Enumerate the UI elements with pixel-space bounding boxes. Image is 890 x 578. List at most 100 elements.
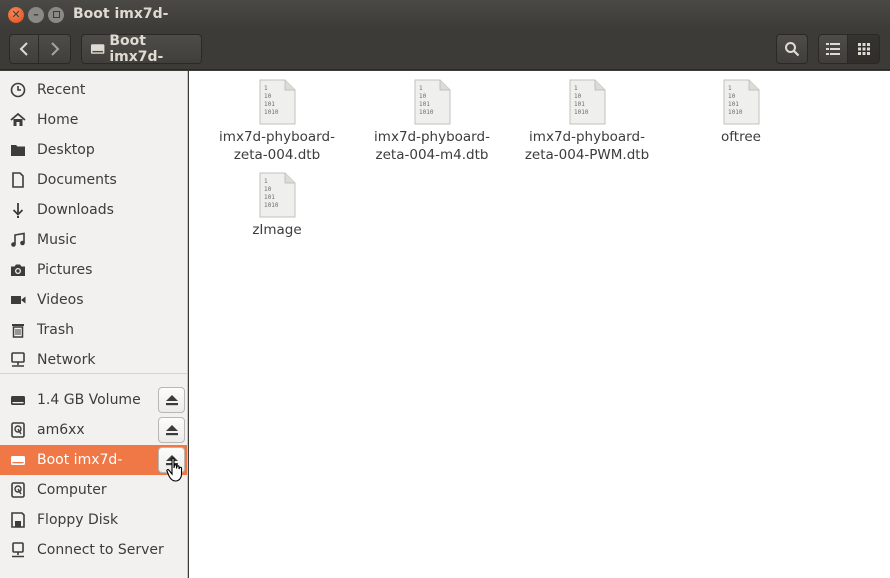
sidebar-item-label: Downloads: [37, 202, 114, 218]
sidebar-item-label: am6xx: [37, 422, 85, 438]
file-item[interactable]: 1 10 101 1010 imx7d-phyboard-zeta-004-m4…: [357, 79, 507, 164]
file-icon-text: 10: [419, 93, 427, 100]
file-icon-text: 1010: [728, 109, 743, 116]
file-name: imx7d-phyboard-zeta-004-PWM.dtb: [524, 129, 650, 163]
home-icon: [9, 111, 27, 129]
file-icon-text: 10: [264, 186, 272, 193]
sidebar-item-network[interactable]: Network: [0, 345, 187, 375]
file-icon-text: 10: [728, 93, 736, 100]
chevron-right-icon: [50, 42, 59, 56]
sidebar-item-recent[interactable]: Recent: [0, 75, 187, 105]
file-icon-text: 1010: [264, 202, 279, 209]
eject-button-1-4-gb-volume[interactable]: [158, 387, 185, 413]
sidebar-item-label: Documents: [37, 172, 117, 188]
drive-icon: [9, 391, 27, 409]
sidebar-item-label: Connect to Server: [37, 542, 164, 558]
desktop-folder-icon: [9, 141, 27, 159]
file-icon-text: 101: [728, 101, 739, 108]
sidebar-item-connect-to-server[interactable]: Connect to Server: [0, 535, 187, 565]
video-icon: [9, 291, 27, 309]
file-item[interactable]: 1 10 101 1010 zImage: [202, 172, 352, 239]
eject-button-am6xx[interactable]: [158, 417, 185, 443]
binary-file-icon: 1 10 101 1010: [259, 172, 296, 218]
maximize-window-button[interactable]: [48, 7, 64, 23]
grid-view-icon: [857, 43, 870, 55]
minimize-window-button[interactable]: –: [28, 7, 44, 23]
minimize-icon: –: [33, 8, 39, 21]
file-icon-text: 101: [264, 101, 275, 108]
sidebar-item-label: Computer: [37, 482, 107, 498]
sidebar-item-music[interactable]: Music: [0, 225, 187, 255]
hand-cursor-icon: [166, 457, 183, 482]
file-icon-text: 1: [264, 85, 268, 92]
file-item[interactable]: 1 10 101 1010 imx7d-phyboard-zeta-004.dt…: [202, 79, 352, 164]
file-icon-text: 101: [419, 101, 430, 108]
trash-icon: [9, 321, 27, 339]
sidebar-item-label: Pictures: [37, 262, 93, 278]
file-icon-text: 10: [264, 93, 272, 100]
file-icon-text: 1010: [574, 109, 589, 116]
path-bar-button[interactable]: Boot imx7d-: [81, 33, 202, 65]
chevron-left-icon: [19, 42, 28, 56]
back-button[interactable]: [9, 34, 39, 64]
file-name: oftree: [721, 129, 761, 145]
sidebar-item-home[interactable]: Home: [0, 105, 187, 135]
download-icon: [9, 201, 27, 219]
binary-file-icon: 1 10 101 1010: [569, 79, 606, 125]
forward-button[interactable]: [39, 34, 71, 64]
drive-icon: [9, 451, 27, 469]
sidebar-item-downloads[interactable]: Downloads: [0, 195, 187, 225]
file-icon-text: 1: [728, 85, 732, 92]
window-title: Boot imx7d-: [73, 6, 169, 22]
sidebar-item-floppy-disk[interactable]: Floppy Disk: [0, 505, 187, 535]
eject-icon: [165, 395, 178, 406]
file-item[interactable]: 1 10 101 1010 imx7d-phyboard-zeta-004-PW…: [512, 79, 662, 164]
music-icon: [9, 231, 27, 249]
eject-icon: [165, 425, 178, 436]
sidebar-item-label: 1.4 GB Volume: [37, 392, 141, 408]
list-view-button[interactable]: [818, 34, 848, 64]
binary-file-icon: 1 10 101 1010: [259, 79, 296, 125]
file-item[interactable]: 1 10 101 1010 oftree: [666, 79, 816, 146]
sidebar-item-label: Network: [37, 352, 96, 368]
network-icon: [9, 351, 27, 369]
sidebar-item-label: Home: [37, 112, 79, 128]
document-icon: [9, 171, 27, 189]
file-icon-text: 1: [419, 85, 423, 92]
sidebar-item-pictures[interactable]: Pictures: [0, 255, 187, 285]
file-view: 1 10 101 1010 imx7d-phyboard-zeta-004.dt…: [189, 71, 890, 578]
server-icon: [9, 541, 27, 559]
camera-icon: [9, 261, 27, 279]
list-view-icon: [826, 43, 840, 55]
toolbar: Boot imx7d-: [0, 30, 890, 70]
sidebar-item-label: Trash: [37, 322, 74, 338]
floppy-icon: [9, 511, 27, 529]
sidebar-item-label: Recent: [37, 82, 86, 98]
maximize-icon: [52, 11, 60, 18]
search-button[interactable]: [776, 34, 808, 64]
sidebar-separator: [0, 373, 187, 374]
grid-view-button[interactable]: [848, 34, 880, 64]
file-icon-text: 10: [574, 93, 582, 100]
sidebar-item-label: Videos: [37, 292, 84, 308]
file-icon-text: 1: [264, 178, 268, 185]
sidebar-item-documents[interactable]: Documents: [0, 165, 187, 195]
file-name: imx7d-phyboard-zeta-004.dtb: [219, 129, 335, 163]
sidebar-item-label: Floppy Disk: [37, 512, 119, 528]
file-icon-text: 1010: [419, 109, 434, 116]
file-icon-text: 1: [574, 85, 578, 92]
sidebar-item-computer[interactable]: Computer: [0, 475, 187, 505]
sidebar-item-label: Music: [37, 232, 77, 248]
drive-icon: [90, 44, 105, 54]
file-icon-text: 1010: [264, 109, 279, 116]
sidebar-item-trash[interactable]: Trash: [0, 315, 187, 345]
search-icon: [785, 42, 800, 57]
sidebar-item-label: Boot imx7d-: [37, 452, 123, 468]
harddisk-icon: [9, 481, 27, 499]
sidebar-item-videos[interactable]: Videos: [0, 285, 187, 315]
file-icon-text: 101: [264, 194, 275, 201]
sidebar-item-desktop[interactable]: Desktop: [0, 135, 187, 165]
close-window-button[interactable]: ✕: [8, 7, 24, 23]
path-label: Boot imx7d-: [109, 33, 164, 65]
binary-file-icon: 1 10 101 1010: [723, 79, 760, 125]
